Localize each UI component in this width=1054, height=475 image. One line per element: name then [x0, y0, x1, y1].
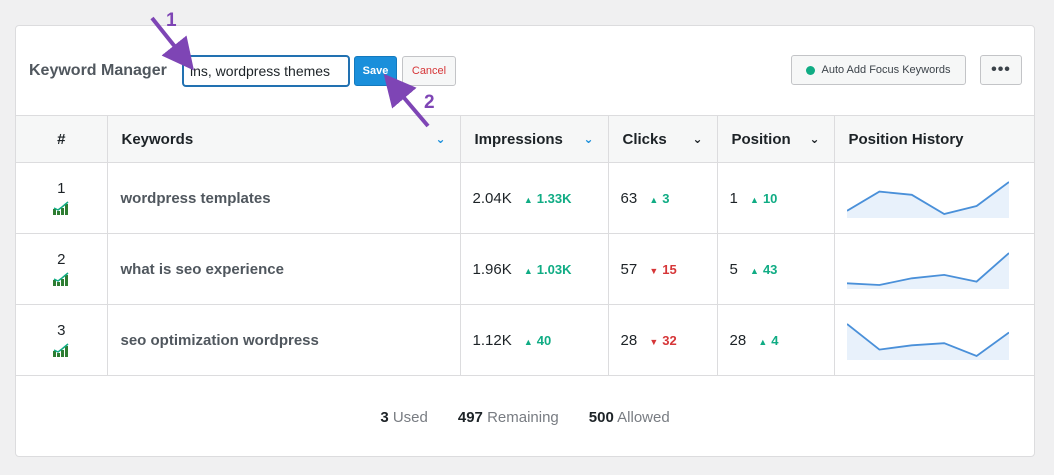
remaining-stat: 497 Remaining — [457, 408, 559, 426]
impressions-delta: ▲ 1.03K — [523, 261, 572, 277]
clicks-value: 57 — [620, 260, 638, 278]
keyword-text: wordpress templates — [120, 189, 271, 207]
position-value: 28 — [729, 331, 747, 349]
rank-number: 1 — [57, 180, 66, 197]
trend-chart-icon — [53, 201, 69, 215]
impressions-value: 1.12K — [472, 331, 512, 349]
table-row[interactable]: 3 seo optimization wordpress 1.12K ▲ 40 2… — [16, 304, 1034, 376]
column-header-impressions[interactable]: Impressions ⌄ — [460, 115, 609, 163]
position-history-cell — [834, 162, 1034, 234]
delta-up-icon: ▲ — [758, 336, 768, 347]
clicks-delta: ▲ 3 — [649, 190, 670, 206]
impressions-delta: ▲ 40 — [523, 332, 552, 348]
position-header-label: Position — [731, 130, 791, 148]
column-header-clicks[interactable]: Clicks ⌄ — [608, 115, 718, 163]
keyword-text: what is seo experience — [120, 260, 284, 278]
keyword-cell[interactable]: what is seo experience — [107, 233, 461, 305]
sparkline-area — [846, 253, 1009, 289]
toolbar: Keyword Manager Save Cancel Auto Add Foc… — [16, 26, 1034, 115]
column-header-num: # — [16, 115, 108, 163]
position-cell: 5 ▲ 43 — [717, 233, 835, 305]
keywords-header-label: Keywords — [121, 130, 194, 148]
auto-add-label: Auto Add Focus Keywords — [821, 64, 951, 76]
keyword-cell[interactable]: seo optimization wordpress — [107, 304, 461, 376]
position-history-sparkline — [846, 181, 1009, 218]
rank-cell: 1 — [16, 162, 108, 234]
position-history-sparkline — [846, 323, 1009, 361]
allowed-stat: 500 Allowed — [588, 408, 670, 426]
clicks-delta: ▼ 32 — [649, 332, 677, 348]
position-delta: ▲ 4 — [758, 332, 779, 348]
delta-down-icon: ▼ — [649, 265, 659, 276]
used-stat: 3 Used — [380, 408, 428, 426]
keyword-input[interactable] — [182, 55, 350, 87]
keyword-text: seo optimization wordpress — [120, 331, 319, 349]
save-button[interactable]: Save — [354, 56, 397, 86]
impressions-header-label: Impressions — [474, 130, 563, 148]
rank-cell: 2 — [16, 233, 108, 305]
position-history-sparkline — [846, 252, 1009, 289]
rank-number: 3 — [57, 322, 66, 340]
rank-number: 2 — [57, 251, 66, 268]
clicks-value: 28 — [620, 331, 638, 349]
clicks-value: 63 — [620, 189, 638, 207]
trend-chart-icon — [53, 343, 69, 358]
impressions-delta: ▲ 1.33K — [523, 190, 572, 206]
clicks-delta: ▼ 15 — [649, 261, 677, 277]
impressions-cell: 2.04K ▲ 1.33K — [460, 162, 609, 234]
position-value: 1 — [729, 189, 738, 207]
page-title: Keyword Manager — [29, 62, 167, 79]
table-header-row: # Keywords ⌄ Impressions ⌄ Clicks ⌄ Positio… — [16, 115, 1034, 163]
delta-up-icon: ▲ — [523, 265, 533, 276]
keywords-table: # Keywords ⌄ Impressions ⌄ Clicks ⌄ Positio… — [16, 115, 1034, 376]
annotation-step-1: 1 — [166, 10, 177, 31]
position-cell: 1 ▲ 10 — [717, 162, 835, 234]
clicks-cell: 63 ▲ 3 — [608, 162, 718, 234]
chevron-down-icon[interactable]: ⌄ — [809, 132, 819, 146]
sparkline-area — [846, 324, 1009, 361]
table-row[interactable]: 1 wordpress templates 2.04K ▲ 1.33K 63 ▲ 3… — [16, 162, 1034, 234]
delta-up-icon: ▲ — [523, 194, 533, 205]
auto-add-focus-keywords-button[interactable]: Auto Add Focus Keywords — [791, 55, 966, 85]
column-header-position[interactable]: Position ⌄ — [717, 115, 835, 163]
delta-up-icon: ▲ — [750, 265, 759, 276]
usage-footer: 3 Used 497 Remaining 500 Allowed — [16, 375, 1034, 456]
clicks-header-label: Clicks — [622, 130, 667, 148]
position-value: 5 — [729, 260, 738, 278]
position-history-cell — [834, 233, 1034, 305]
clicks-cell: 57 ▼ 15 — [608, 233, 718, 305]
delta-down-icon: ▼ — [649, 336, 659, 347]
rank-cell: 3 — [16, 304, 108, 376]
impressions-cell: 1.12K ▲ 40 — [460, 304, 609, 376]
status-dot-icon — [806, 65, 816, 75]
annotation-step-2: 2 — [424, 92, 435, 113]
position-delta: ▲ 10 — [750, 190, 778, 206]
impressions-cell: 1.96K ▲ 1.03K — [460, 233, 609, 305]
clicks-cell: 28 ▼ 32 — [608, 304, 718, 376]
position-cell: 28 ▲ 4 — [717, 304, 835, 376]
position-delta: ▲ 43 — [750, 261, 778, 277]
table-row[interactable]: 2 what is seo experience 1.96K ▲ 1.03K 57… — [16, 233, 1034, 305]
trend-chart-icon — [53, 272, 69, 286]
chevron-down-icon[interactable]: ⌄ — [435, 132, 445, 146]
impressions-value: 1.96K — [472, 260, 512, 278]
more-options-button[interactable]: ••• — [980, 55, 1022, 85]
column-header-position-history: Position History — [834, 115, 1034, 163]
delta-up-icon: ▲ — [523, 336, 533, 347]
chevron-down-icon[interactable]: ⌄ — [583, 132, 593, 146]
cancel-button[interactable]: Cancel — [402, 56, 456, 86]
delta-up-icon: ▲ — [750, 194, 759, 205]
keyword-cell[interactable]: wordpress templates — [107, 162, 461, 234]
keyword-manager-card: Keyword Manager Save Cancel Auto Add Foc… — [15, 25, 1035, 457]
impressions-value: 2.04K — [472, 189, 512, 207]
delta-up-icon: ▲ — [649, 194, 659, 205]
chevron-down-icon[interactable]: ⌄ — [692, 132, 702, 146]
column-header-keywords[interactable]: Keywords ⌄ — [107, 115, 461, 163]
position-history-cell — [834, 304, 1034, 376]
